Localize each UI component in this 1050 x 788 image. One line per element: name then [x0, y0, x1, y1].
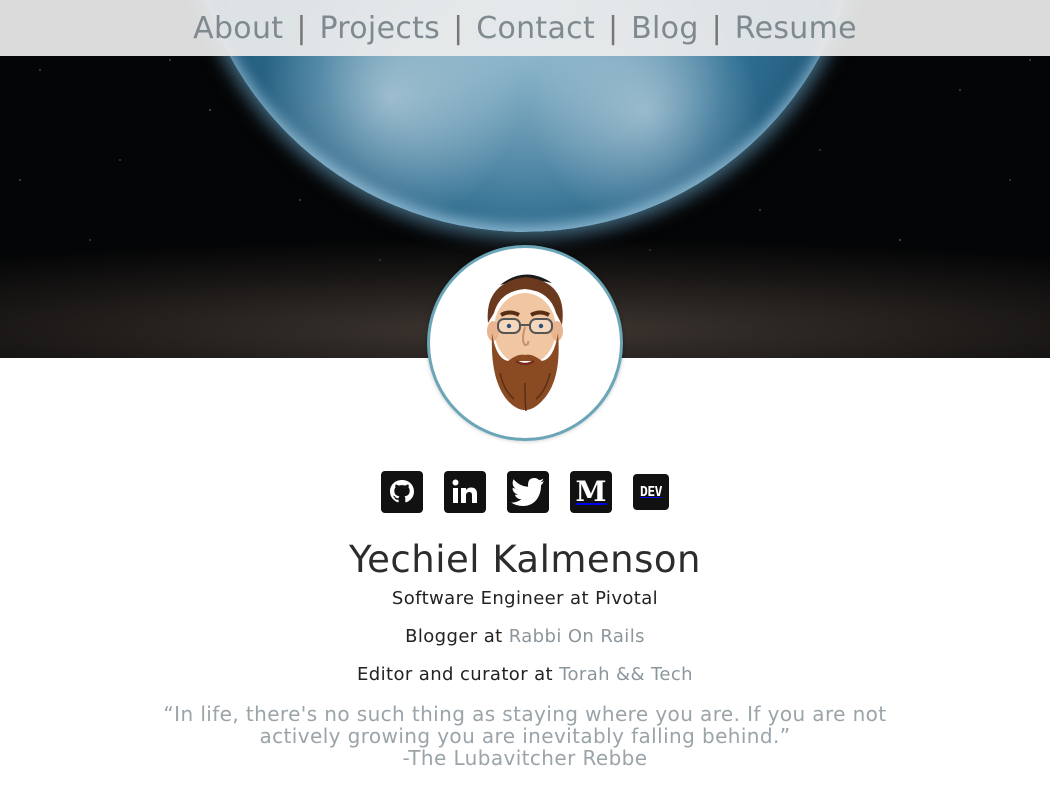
nav-separator: |	[296, 10, 307, 46]
blog-link[interactable]: Rabbi On Rails	[509, 626, 645, 647]
linkedin-icon[interactable]	[444, 471, 486, 513]
medium-icon[interactable]: M	[570, 471, 612, 513]
quote-text: “In life, there's no such thing as stayi…	[163, 702, 887, 748]
avatar	[427, 245, 623, 441]
torah-tech-link[interactable]: Torah && Tech	[559, 664, 693, 685]
blogger-prefix: Blogger at	[405, 626, 503, 647]
social-links: M DEV	[0, 470, 1050, 514]
editor-prefix: Editor and curator at	[357, 664, 554, 685]
dev-icon-text: DEV	[640, 484, 662, 500]
quote: “In life, there's no such thing as stayi…	[150, 703, 900, 769]
medium-icon-letter: M	[575, 475, 607, 508]
profile-name: Yechiel Kalmenson	[348, 538, 701, 581]
top-nav: About | Projects | Contact | Blog | Resu…	[0, 0, 1050, 56]
nav-about[interactable]: About	[193, 11, 283, 46]
nav-separator: |	[453, 10, 464, 46]
nav-contact[interactable]: Contact	[476, 11, 595, 46]
nav-resume[interactable]: Resume	[735, 11, 857, 46]
github-icon[interactable]	[381, 471, 423, 513]
nav-blog[interactable]: Blog	[631, 11, 699, 46]
editor-line: Editor and curator at Torah && Tech	[0, 664, 1050, 685]
blogger-line: Blogger at Rabbi On Rails	[0, 626, 1050, 647]
quote-author: -The Lubavitcher Rebbe	[402, 746, 648, 770]
nav-separator: |	[711, 10, 722, 46]
nav-projects[interactable]: Projects	[319, 11, 440, 46]
dev-icon[interactable]: DEV	[633, 474, 669, 510]
avatar-illustration	[487, 274, 563, 412]
nav-separator: |	[608, 10, 619, 46]
twitter-icon[interactable]	[507, 471, 549, 513]
profile-role: Software Engineer at Pivotal	[391, 588, 659, 609]
